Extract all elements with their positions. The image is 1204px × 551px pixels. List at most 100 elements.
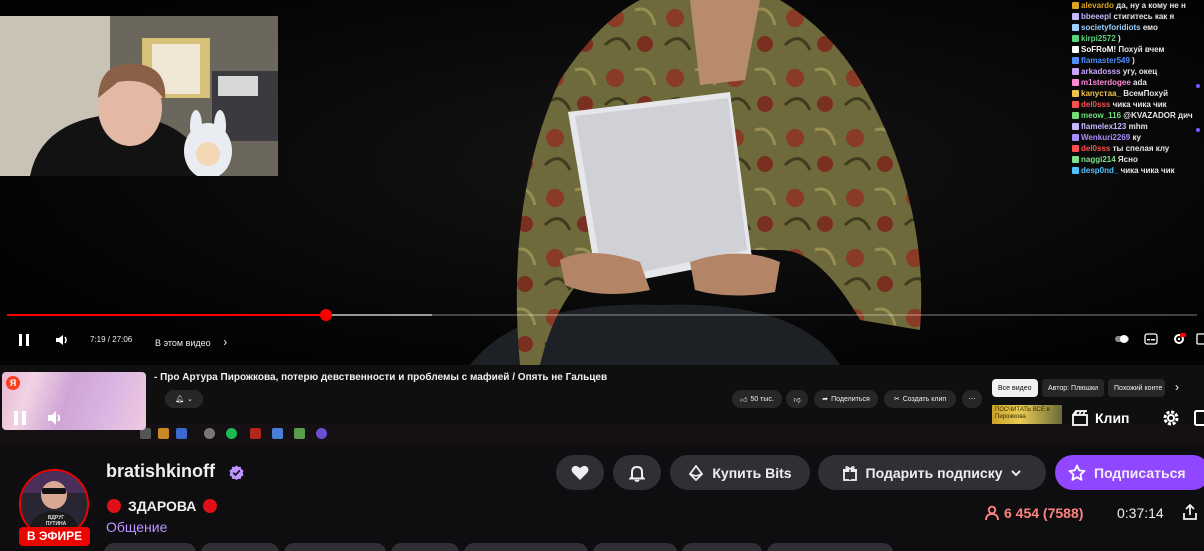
twitch-clip-button[interactable]: Клип	[1071, 406, 1130, 430]
chat-username[interactable]: arkadosss	[1081, 67, 1121, 76]
yt-progress-bar[interactable]	[7, 309, 1197, 321]
chat-message: flamelex123 mhm	[1070, 121, 1204, 132]
yt-chip-author[interactable]: Автор: Плюшки	[1042, 379, 1104, 397]
yt-clip-label: Создать клип	[902, 395, 947, 403]
chat-badge-icon	[1072, 145, 1079, 152]
yt-notify-button[interactable]: 🔔︎ ⌄	[165, 390, 203, 408]
chat-username[interactable]: bbeeepl	[1081, 12, 1111, 21]
more-dots-icon: ⋯	[968, 396, 976, 403]
chat-username[interactable]: flamaster549	[1081, 56, 1130, 65]
chat-message: naggi214 Ясно	[1070, 154, 1204, 165]
notifications-button[interactable]	[613, 455, 661, 490]
gift-sub-label: Подарить подписку	[865, 464, 1003, 481]
stream-tags	[104, 543, 893, 551]
chat-text: @KVAZADOR дич	[1123, 111, 1193, 120]
chat-username[interactable]: del0sss	[1081, 100, 1110, 109]
subscribe-button[interactable]: Подписаться	[1055, 455, 1204, 490]
chat-message: del0sss чика чика чик	[1070, 99, 1204, 110]
settings-gear-icon	[1163, 410, 1179, 426]
twitch-pause-button[interactable]	[10, 406, 30, 430]
yt-scrubber[interactable]	[319, 309, 332, 321]
chat-username[interactable]: Wenkuri2269	[1081, 133, 1130, 142]
chevron-right-icon: ›	[223, 335, 228, 349]
clip-icon	[1072, 410, 1088, 426]
chat-username[interactable]: kirpi2572	[1081, 34, 1116, 43]
stream-tag[interactable]	[767, 543, 893, 551]
share-icon[interactable]	[1181, 503, 1199, 521]
follow-heart-button[interactable]	[556, 455, 604, 490]
chevron-right-icon[interactable]: ›	[1175, 380, 1179, 394]
settings-gear-icon[interactable]	[1172, 333, 1186, 345]
yt-share-button[interactable]: ➦ Поделиться	[814, 390, 878, 408]
yt-like-button[interactable]: 👍︎ 50 тыс.	[732, 390, 782, 408]
stream-uptime: 0:37:14	[1117, 505, 1164, 521]
pause-icon	[14, 411, 26, 425]
yt-played	[7, 314, 326, 316]
stream-tag[interactable]	[391, 543, 459, 551]
yandex-logo-icon: Я	[6, 376, 20, 390]
gift-sub-button[interactable]: Подарить подписку	[818, 455, 1046, 490]
autoplay-toggle-icon[interactable]	[1115, 333, 1129, 345]
channel-name[interactable]: bratishkinoff	[106, 461, 215, 482]
chat-username[interactable]: SoFRoM!	[1081, 45, 1116, 54]
chat-username[interactable]: meow_116	[1081, 111, 1121, 120]
theatre-mode-icon	[1194, 410, 1204, 426]
chat-username[interactable]: naggi214	[1081, 155, 1116, 164]
twitch-theatre-button[interactable]	[1194, 406, 1204, 430]
chat-message: kanycтaa_ ВсемПохуй	[1070, 88, 1204, 99]
chat-text: )	[1117, 34, 1121, 43]
share-arrow-icon: ➦	[822, 396, 829, 403]
stream-tag[interactable]	[593, 543, 677, 551]
chat-username[interactable]: societyforidiots	[1081, 23, 1141, 32]
yt-related-thumbnail[interactable]: ПОСЧИТАТЬ ВСЁ в Пирожкова	[992, 405, 1062, 425]
scissors-icon: ✂	[893, 396, 900, 403]
chat-username[interactable]: m1sterdogee	[1081, 78, 1131, 87]
video-player[interactable]: alevardo да, ну а кому не н bbeeepl стиги…	[0, 0, 1204, 445]
chat-text: чика чика чик	[1120, 166, 1175, 175]
live-badge: В ЭФИРЕ	[19, 527, 90, 546]
yt-dislike-button[interactable]: 👎︎	[786, 390, 808, 408]
chat-username[interactable]: alevardo	[1081, 1, 1114, 10]
twitch-clip-label: Клип	[1095, 410, 1130, 426]
chat-username[interactable]: kanycтaa_	[1081, 89, 1121, 98]
overlay-dot-icon	[1196, 128, 1200, 132]
stream-tag[interactable]	[104, 543, 196, 551]
avatar-shirt-text: ВДРУГ ПУТИНА	[45, 515, 67, 527]
yt-more-button[interactable]: ⋯	[962, 390, 982, 408]
miniplayer-icon[interactable]	[1196, 333, 1204, 345]
stream-tag[interactable]	[464, 543, 588, 551]
chat-message: flamaster549 )	[1070, 55, 1204, 66]
chat-badge-icon	[1072, 35, 1079, 42]
stream-tag[interactable]	[284, 543, 386, 551]
chat-username[interactable]: desp0nd_	[1081, 166, 1118, 175]
chat-text: чика чика чик	[1112, 100, 1167, 109]
yt-chapter-button[interactable]: В этом видео ›	[155, 335, 227, 349]
chat-username[interactable]: del0sss	[1081, 144, 1110, 153]
chat-text: ку	[1132, 133, 1141, 142]
chat-username[interactable]: flamelex123	[1081, 122, 1126, 131]
buy-bits-button[interactable]: Купить Bits	[670, 455, 810, 490]
red-circle-emoji-icon	[203, 499, 218, 513]
taskbar-app-icon	[272, 428, 283, 439]
yt-pause-button[interactable]	[16, 330, 32, 350]
chat-text: угу, окец	[1122, 67, 1158, 76]
chat-message: arkadosss угу, окец	[1070, 66, 1204, 77]
chat-message: kirpi2572 )	[1070, 33, 1204, 44]
yt-volume-button[interactable]	[54, 330, 70, 350]
chat-text: да, ну а кому не н	[1116, 1, 1186, 10]
stream-tag[interactable]	[682, 543, 762, 551]
stream-tag[interactable]	[201, 543, 279, 551]
yt-video-title[interactable]: - Про Артура Пирожкова, потерю девственн…	[154, 372, 607, 383]
yt-likes-count: 50 тыс.	[750, 395, 774, 403]
pause-icon	[19, 334, 29, 346]
yt-clip-button[interactable]: ✂ Создать клип	[884, 390, 956, 408]
subtitles-icon[interactable]	[1144, 333, 1158, 345]
yt-chip-all[interactable]: Все видео	[992, 379, 1038, 397]
yt-share-label: Поделиться	[831, 395, 870, 403]
twitch-settings-button[interactable]	[1161, 406, 1181, 430]
yt-chip-related[interactable]: Похожий конте	[1108, 379, 1165, 397]
person-icon	[985, 505, 999, 521]
webcam-overlay	[0, 16, 278, 176]
twitch-volume-button[interactable]	[45, 406, 65, 430]
stream-category-link[interactable]: Общение	[106, 519, 167, 535]
